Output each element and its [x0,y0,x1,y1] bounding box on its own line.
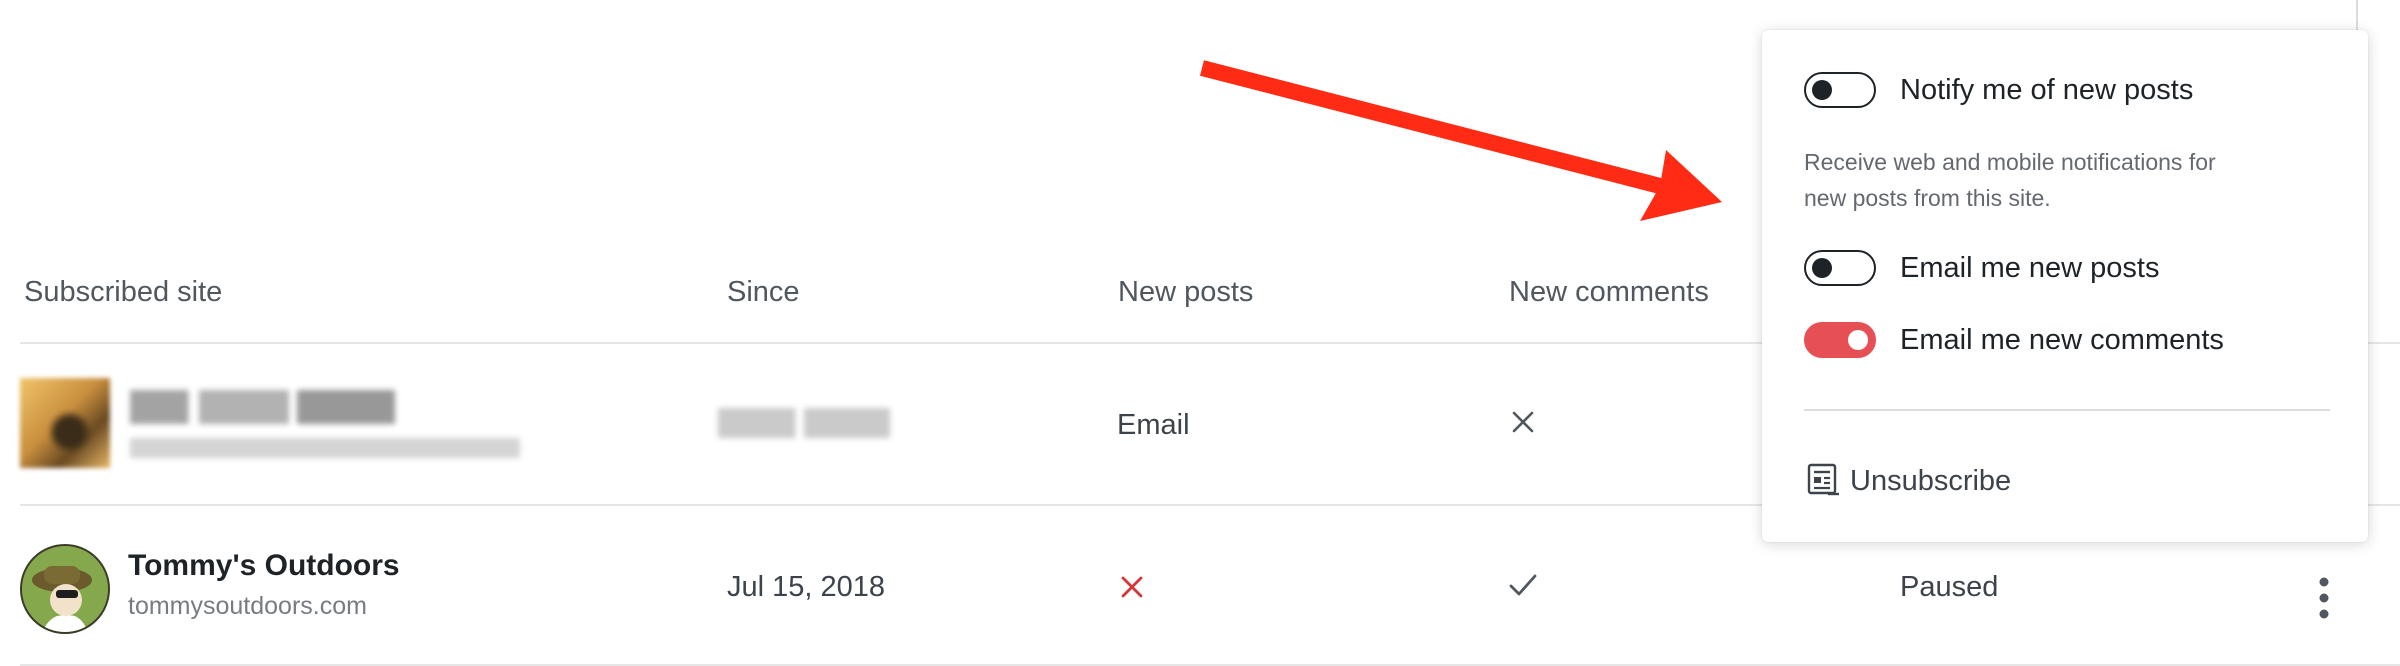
toggle-label: Email me new comments [1900,323,2224,356]
toggle-switch[interactable] [1804,72,1876,108]
x-icon [1120,575,1144,604]
subscriptions-page: Subscribed site Since New posts New comm… [0,0,2400,666]
unsubscribe-button[interactable]: Unsubscribe [1806,462,2011,501]
new-posts-value: Email [1117,409,1190,441]
since-date-redacted [718,408,890,438]
site-url-redacted [130,438,520,458]
toggle-switch[interactable] [1804,322,1876,358]
header-new-comments: New comments [1509,276,1709,308]
x-icon [1511,410,1535,439]
toggle-switch[interactable] [1804,250,1876,286]
site-url[interactable]: tommysoutdoors.com [128,592,367,621]
unsubscribe-label: Unsubscribe [1850,465,2012,497]
site-name-redacted [130,390,395,424]
site-avatar [20,544,110,634]
divider [2356,0,2358,30]
header-new-posts: New posts [1118,276,1254,308]
header-since: Since [727,276,800,308]
toggle-label: Email me new posts [1900,251,2160,284]
email-new-comments-toggle[interactable]: Email me new comments [1804,322,2224,358]
status-text: Paused [1900,571,1999,603]
site-thumbnail [20,378,110,468]
email-new-posts-toggle[interactable]: Email me new posts [1804,250,2160,286]
notify-new-posts-toggle[interactable]: Notify me of new posts [1804,72,2193,108]
unsubscribe-icon [1806,462,1840,501]
header-subscribed-site: Subscribed site [24,276,223,308]
since-date: Jul 15, 2018 [727,571,886,603]
site-name[interactable]: Tommy's Outdoors [128,549,400,583]
more-options-icon[interactable] [2312,576,2336,620]
toggle-label: Notify me of new posts [1900,73,2194,106]
notify-help-text: Receive web and mobile notifications for… [1804,149,2216,211]
popover-divider [1804,409,2330,411]
subscription-settings-popover: Notify me of new posts Receive web and m… [1762,30,2368,542]
check-icon [1508,572,1538,603]
